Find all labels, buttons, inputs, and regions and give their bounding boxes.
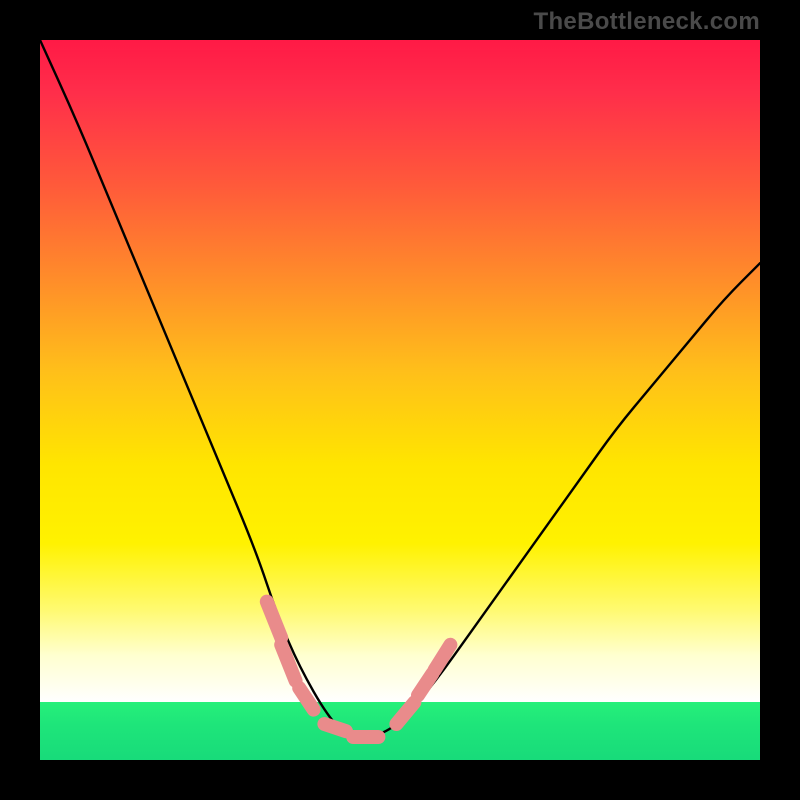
pink-dash [418, 674, 432, 696]
pink-dash [267, 602, 281, 638]
bottleneck-curve [40, 40, 760, 738]
pink-dash [396, 702, 414, 724]
watermark-text: TheBottleneck.com [534, 8, 760, 36]
pink-dash [324, 724, 346, 731]
pink-dash-markers [267, 602, 451, 737]
chart-frame: TheBottleneck.com [0, 0, 800, 800]
pink-dash [299, 688, 313, 710]
bottleneck-curve-layer [40, 40, 760, 760]
pink-dash [435, 645, 451, 670]
plot-area [40, 40, 760, 760]
